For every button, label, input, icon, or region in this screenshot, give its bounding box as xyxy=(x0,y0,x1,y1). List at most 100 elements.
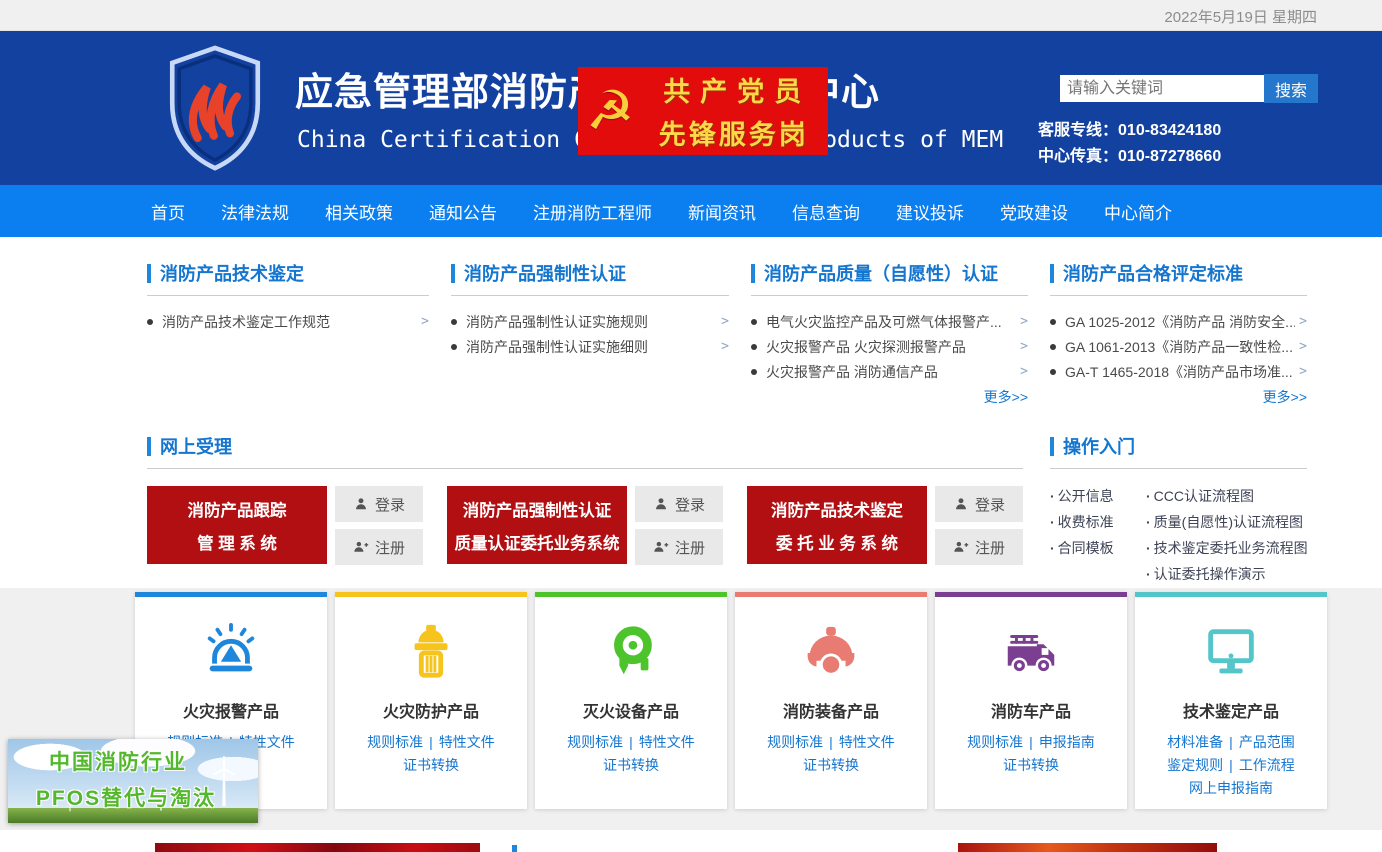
popup-text: 中国消防行业 PFOS替代与淘汰 xyxy=(8,746,258,812)
date-text: 2022年5月19日 星期四 xyxy=(1164,6,1317,27)
list-item[interactable]: 消防产品技术鉴定工作规范> xyxy=(147,309,429,334)
section-title-bar xyxy=(147,437,151,456)
list-item[interactable]: 火灾报警产品 消防通信产品> xyxy=(751,359,1028,384)
nav-item-7[interactable]: 信息查询 xyxy=(792,199,860,224)
nav-item-4[interactable]: 通知公告 xyxy=(429,199,497,224)
list-item[interactable]: GA 1025-2012《消防产品 消防安全...> xyxy=(1050,309,1307,334)
list-item[interactable]: GA-T 1465-2018《消防产品市场准...> xyxy=(1050,359,1307,384)
bullet-icon xyxy=(1050,319,1056,325)
system-name-line2: 管 理 系 统 xyxy=(197,530,277,554)
list-item-text: GA 1025-2012《消防产品 消防安全... xyxy=(1065,312,1295,332)
card-link[interactable]: 规则标准 xyxy=(967,734,1023,750)
list-item[interactable]: 火灾报警产品 火灾探测报警产品> xyxy=(751,334,1028,359)
login-button-label: 登录 xyxy=(675,494,705,515)
product-card: 火灾防护产品规则标准|特性文件证书转换 xyxy=(335,592,527,809)
card-link[interactable]: 证书转换 xyxy=(603,757,659,773)
quickstart-section-title: 操作入门 xyxy=(1063,433,1135,459)
list-item[interactable]: GA 1061-2013《消防产品一致性检...> xyxy=(1050,334,1307,359)
card-link[interactable]: 鉴定规则 xyxy=(1167,757,1223,773)
bullet-icon xyxy=(1050,344,1056,350)
login-button[interactable]: 登录 xyxy=(635,486,723,522)
info-section: 消防产品强制性认证消防产品强制性认证实施规则>消防产品强制性认证实施细则> xyxy=(451,262,729,407)
popup-line1: 中国消防行业 xyxy=(8,746,258,776)
quickstart-link[interactable]: 公开信息 xyxy=(1050,483,1146,509)
card-link[interactable]: 证书转换 xyxy=(803,757,859,773)
nav-item-5[interactable]: 注册消防工程师 xyxy=(533,199,652,224)
system-name-line1: 消防产品技术鉴定 xyxy=(771,497,903,521)
online-system: 消防产品跟踪管 理 系 统登录注册 xyxy=(147,486,423,565)
pfos-popup-ad[interactable]: 中国消防行业 PFOS替代与淘汰 xyxy=(8,739,258,823)
card-link[interactable]: 证书转换 xyxy=(403,757,459,773)
link-separator: | xyxy=(429,734,433,750)
card-link[interactable]: 规则标准 xyxy=(367,734,423,750)
nav-item-2[interactable]: 法律法规 xyxy=(221,199,289,224)
card-link[interactable]: 网上申报指南 xyxy=(1189,780,1273,796)
list-item[interactable]: 电气火灾监控产品及可燃气体报警产...> xyxy=(751,309,1028,334)
card-link[interactable]: 规则标准 xyxy=(567,734,623,750)
card-link[interactable]: 产品范围 xyxy=(1239,734,1295,750)
search-input[interactable] xyxy=(1060,75,1264,102)
quickstart-link[interactable]: 认证委托操作演示 xyxy=(1146,561,1308,587)
section-list: GA 1025-2012《消防产品 消防安全...>GA 1061-2013《消… xyxy=(1050,309,1307,384)
product-card-links: 规则标准|特性文件证书转换 xyxy=(735,731,927,777)
system-banner[interactable]: 消防产品技术鉴定委 托 业 务 系 统 xyxy=(747,486,927,564)
person-icon xyxy=(653,497,669,511)
product-card: 灭火设备产品规则标准 | 特性文件证书转换 xyxy=(535,592,727,809)
section-title-bar xyxy=(147,264,151,283)
quickstart-link[interactable]: 收费标准 xyxy=(1050,509,1146,535)
link-separator: | xyxy=(1229,757,1233,773)
system-buttons: 登录注册 xyxy=(935,486,1023,565)
link-row: 材料准备|产品范围 xyxy=(1135,731,1327,754)
quickstart-link[interactable]: 技术鉴定委托业务流程图 xyxy=(1146,535,1308,561)
login-button-label: 登录 xyxy=(975,494,1005,515)
bullet-icon xyxy=(451,344,457,350)
more-link[interactable]: 更多>> xyxy=(1050,387,1307,407)
system-banner[interactable]: 消防产品跟踪管 理 系 统 xyxy=(147,486,327,564)
nav-item-9[interactable]: 党政建设 xyxy=(1000,199,1068,224)
chevron-right-icon: > xyxy=(1299,339,1307,354)
more-link[interactable]: 更多>> xyxy=(751,387,1028,407)
login-button[interactable]: 登录 xyxy=(335,486,423,522)
login-button[interactable]: 登录 xyxy=(935,486,1023,522)
card-link[interactable]: 规则标准 xyxy=(767,734,823,750)
card-link[interactable]: 材料准备 xyxy=(1167,734,1223,750)
quickstart-link[interactable]: 合同模板 xyxy=(1050,535,1146,561)
card-link[interactable]: 特性文件 xyxy=(639,734,695,750)
section-list: 消防产品强制性认证实施规则>消防产品强制性认证实施细则> xyxy=(451,309,729,359)
link-row: 证书转换 xyxy=(735,754,927,777)
link-separator: | xyxy=(629,734,633,750)
quickstart-link[interactable]: 质量(自愿性)认证流程图 xyxy=(1146,509,1308,535)
system-name-line1: 消防产品强制性认证 xyxy=(463,497,612,521)
section-header: 消防产品质量（自愿性）认证 xyxy=(751,262,1028,284)
nav-item-1[interactable]: 首页 xyxy=(151,199,185,224)
register-button-label: 注册 xyxy=(375,537,405,558)
online-section-header: 网上受理 xyxy=(147,435,1023,457)
search-button[interactable]: 搜索 xyxy=(1264,74,1318,103)
card-link[interactable]: 特性文件 xyxy=(839,734,895,750)
register-button[interactable]: 注册 xyxy=(935,529,1023,565)
nav-item-10[interactable]: 中心简介 xyxy=(1104,199,1172,224)
register-button[interactable]: 注册 xyxy=(635,529,723,565)
link-row: 规则标准 | 特性文件 xyxy=(335,731,527,754)
product-card: 技术鉴定产品材料准备|产品范围鉴定规则 | 工作流程网上申报指南 xyxy=(1135,592,1327,809)
register-button[interactable]: 注册 xyxy=(335,529,423,565)
card-link[interactable]: 工作流程 xyxy=(1239,757,1295,773)
nav-item-8[interactable]: 建议投诉 xyxy=(896,199,964,224)
card-link[interactable]: 证书转换 xyxy=(1003,757,1059,773)
card-link[interactable]: 申报指南 xyxy=(1039,734,1095,750)
chevron-right-icon: > xyxy=(1299,364,1307,379)
site-logo[interactable] xyxy=(163,41,267,175)
quickstart-section: 操作入门 公开信息收费标准合同模板 CCC认证流程图质量(自愿性)认证流程图技术… xyxy=(1050,435,1307,587)
card-link[interactable]: 特性文件 xyxy=(439,734,495,750)
quickstart-link[interactable]: CCC认证流程图 xyxy=(1146,483,1308,509)
nav-item-3[interactable]: 相关政策 xyxy=(325,199,393,224)
info-section: 消防产品合格评定标准GA 1025-2012《消防产品 消防安全...>GA 1… xyxy=(1050,262,1307,407)
section-divider xyxy=(147,295,429,296)
list-item[interactable]: 消防产品强制性认证实施细则> xyxy=(451,334,729,359)
list-item[interactable]: 消防产品强制性认证实施规则> xyxy=(451,309,729,334)
product-card-title: 灭火设备产品 xyxy=(535,698,727,722)
nav-item-6[interactable]: 新闻资讯 xyxy=(688,199,756,224)
system-banner[interactable]: 消防产品强制性认证质量认证委托业务系统 xyxy=(447,486,627,564)
hotline: 客服专线：010-83424180 xyxy=(1038,116,1221,140)
product-card-title: 技术鉴定产品 xyxy=(1135,698,1327,722)
